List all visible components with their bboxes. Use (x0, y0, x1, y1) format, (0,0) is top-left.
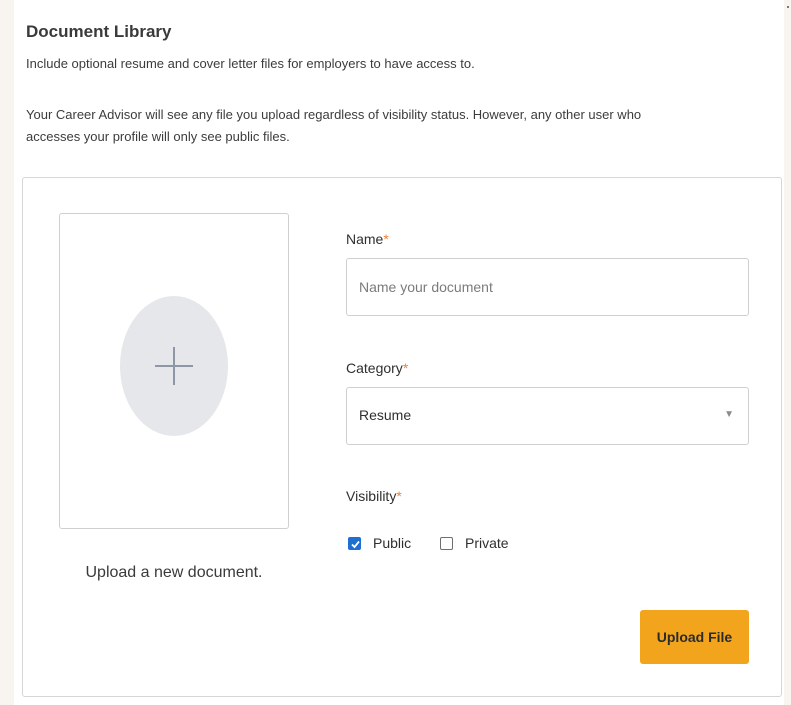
private-checkbox[interactable] (440, 536, 453, 550)
checkmark-icon (351, 540, 360, 548)
required-mark: * (383, 231, 389, 247)
edge-mark (787, 6, 789, 8)
upload-dropzone[interactable] (59, 213, 289, 529)
intro-text: Include optional resume and cover letter… (26, 56, 475, 71)
plus-icon (155, 347, 193, 385)
category-label-text: Category (346, 360, 403, 376)
name-label-text: Name (346, 231, 384, 247)
visibility-label-text: Visibility (346, 488, 397, 504)
visibility-public-option[interactable]: Public (348, 533, 411, 553)
upload-file-button[interactable]: Upload File (640, 610, 749, 664)
category-select[interactable]: Resume ▼ (346, 387, 749, 445)
required-mark: * (396, 488, 402, 504)
public-checkbox[interactable] (348, 536, 361, 550)
name-label: Name* (346, 231, 389, 247)
plus-circle (120, 296, 228, 436)
visibility-label: Visibility* (346, 488, 402, 504)
document-library-page: Document Library Include optional resume… (14, 0, 784, 705)
upload-label: Upload a new document. (85, 564, 263, 581)
caret-down-icon: ▼ (724, 409, 734, 420)
document-name-input[interactable] (346, 258, 749, 316)
upload-card: Upload a new document. Name* Category* R… (22, 177, 782, 697)
public-option-label: Public (373, 535, 412, 551)
visibility-private-option[interactable]: Private (440, 533, 509, 553)
visibility-note: Your Career Advisor will see any file yo… (26, 107, 642, 144)
category-selected-value: Resume (359, 407, 412, 423)
page-title: Document Library (26, 22, 172, 41)
private-option-label: Private (465, 535, 509, 551)
category-label: Category* (346, 360, 408, 376)
required-mark: * (402, 360, 409, 376)
